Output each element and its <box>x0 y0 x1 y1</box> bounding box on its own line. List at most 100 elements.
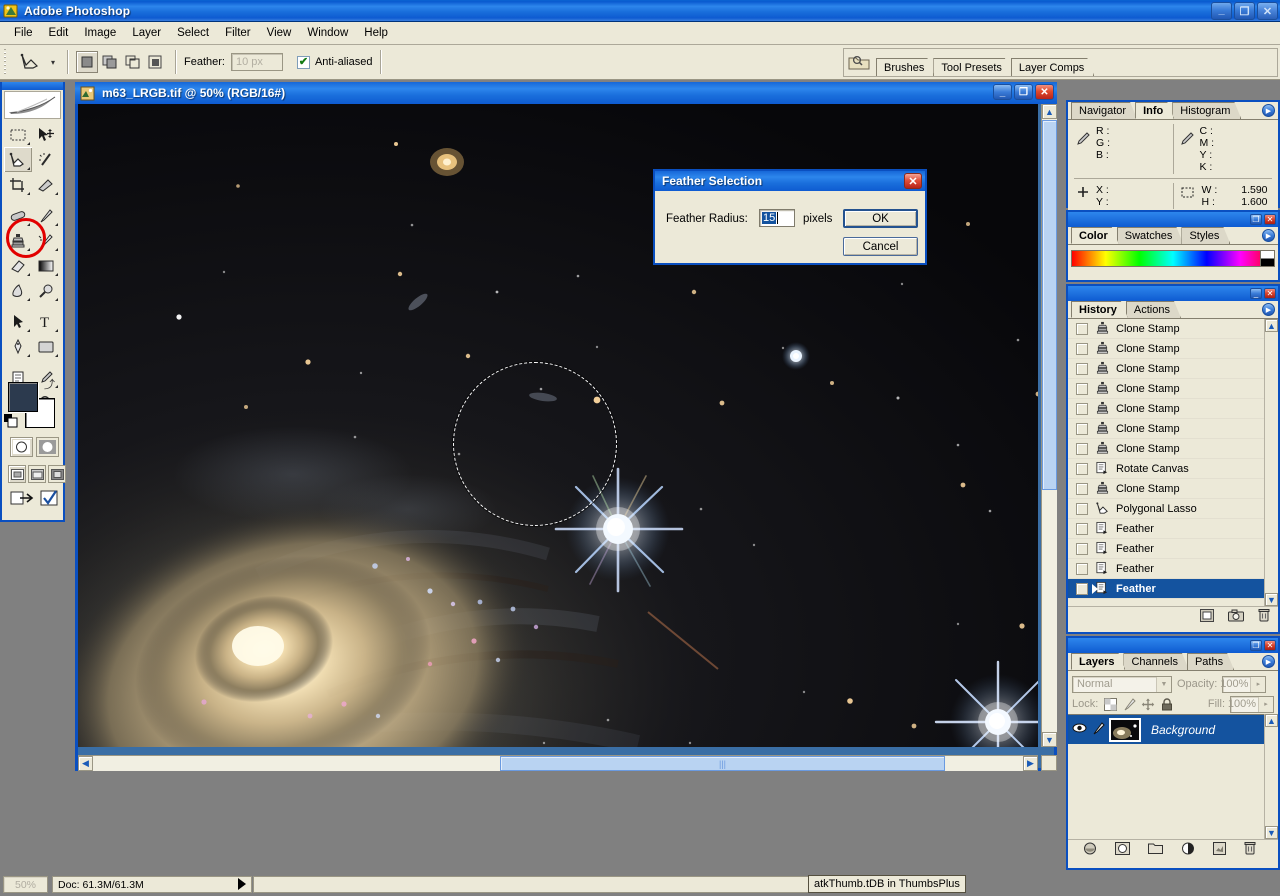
menu-image[interactable]: Image <box>76 24 124 42</box>
tab-swatches[interactable]: Swatches <box>1117 227 1184 244</box>
menu-layer[interactable]: Layer <box>124 24 169 42</box>
foreground-color-swatch[interactable] <box>8 382 38 412</box>
swap-colors-icon[interactable]: ⤴ <box>44 376 55 392</box>
add-to-selection-button[interactable] <box>99 51 121 73</box>
new-selection-button[interactable] <box>76 51 98 73</box>
dialog-close-button[interactable]: ✕ <box>904 173 922 189</box>
layer-style-icon[interactable] <box>1083 842 1097 858</box>
history-state-checkbox[interactable] <box>1076 383 1088 395</box>
menu-select[interactable]: Select <box>169 24 217 42</box>
menu-window[interactable]: Window <box>299 24 356 42</box>
history-state-checkbox[interactable] <box>1076 563 1088 575</box>
tab-layers[interactable]: Layers <box>1071 653 1125 670</box>
vertical-scroll-thumb[interactable] <box>1042 120 1057 490</box>
color-palette-close-button[interactable]: ✕ <box>1264 214 1276 225</box>
layers-palette-title-bar[interactable]: ❐ ✕ <box>1068 638 1278 653</box>
palette-menu-icon[interactable]: ▶ <box>1262 655 1275 668</box>
standard-screen-mode-button[interactable] <box>8 465 26 483</box>
lock-transparency-icon[interactable] <box>1103 697 1117 711</box>
feather-radius-input[interactable]: 15 <box>759 209 795 227</box>
lasso-tool[interactable] <box>4 147 32 172</box>
default-colors-icon[interactable] <box>4 414 18 428</box>
taskbar-item-thumbsplus[interactable]: atkThumb.tDB in ThumbsPlus <box>808 875 966 893</box>
layer-list-scrollbar[interactable]: ▲ ▼ <box>1264 714 1278 839</box>
layers-scroll-up-button[interactable]: ▲ <box>1265 714 1278 727</box>
new-snapshot-icon[interactable] <box>1228 609 1244 625</box>
new-layer-icon[interactable] <box>1213 842 1226 858</box>
history-state-list[interactable]: Clone StampClone StampClone StampClone S… <box>1068 319 1278 606</box>
history-state-row[interactable]: Clone Stamp <box>1068 479 1278 499</box>
menu-edit[interactable]: Edit <box>41 24 77 42</box>
menu-help[interactable]: Help <box>356 24 396 42</box>
layers-scroll-down-button[interactable]: ▼ <box>1265 826 1278 839</box>
history-state-checkbox[interactable] <box>1076 343 1088 355</box>
tab-paths[interactable]: Paths <box>1187 653 1234 670</box>
tab-styles[interactable]: Styles <box>1181 227 1230 244</box>
tab-channels[interactable]: Channels <box>1123 653 1188 670</box>
tab-color[interactable]: Color <box>1071 227 1119 244</box>
tab-histogram[interactable]: Histogram <box>1172 102 1241 119</box>
lock-pixels-icon[interactable] <box>1122 697 1136 711</box>
quick-mask-mode-button[interactable] <box>36 437 59 457</box>
scroll-right-button[interactable]: ▶ <box>1023 756 1038 771</box>
toolbox-title-bar[interactable] <box>2 82 63 90</box>
menu-view[interactable]: View <box>259 24 300 42</box>
file-browser-icon[interactable] <box>844 48 874 76</box>
feather-input[interactable]: 10 px <box>231 53 283 71</box>
horizontal-scroll-thumb[interactable]: ||| <box>500 756 945 771</box>
new-document-from-state-icon[interactable] <box>1200 609 1214 625</box>
history-state-row[interactable]: Clone Stamp <box>1068 339 1278 359</box>
tab-info[interactable]: Info <box>1135 102 1174 119</box>
eraser-tool[interactable] <box>4 253 32 278</box>
history-scrollbar[interactable]: ▲ ▼ <box>1264 319 1278 606</box>
brush-tool[interactable] <box>32 203 60 228</box>
white-black-swatch[interactable] <box>1260 251 1274 266</box>
history-state-row[interactable]: Feather <box>1068 539 1278 559</box>
minimize-button[interactable]: _ <box>1211 2 1232 20</box>
history-state-checkbox[interactable] <box>1076 503 1088 515</box>
slice-tool[interactable] <box>32 172 60 197</box>
standard-mode-button[interactable] <box>10 437 33 457</box>
history-state-checkbox[interactable] <box>1076 423 1088 435</box>
restore-button[interactable]: ❐ <box>1234 2 1255 20</box>
gradient-tool[interactable] <box>32 253 60 278</box>
history-palette-title-bar[interactable]: _ ✕ <box>1068 286 1278 301</box>
history-state-checkbox[interactable] <box>1076 463 1088 475</box>
history-state-row[interactable]: Clone Stamp <box>1068 419 1278 439</box>
opacity-input[interactable]: 100% ▸ <box>1222 676 1266 693</box>
resize-grip[interactable] <box>1041 755 1057 771</box>
paintbrush-icon[interactable] <box>1091 722 1105 738</box>
options-bar-grip[interactable] <box>2 49 10 75</box>
adjustment-layer-icon[interactable] <box>1181 842 1195 858</box>
anti-aliased-checkbox[interactable]: ✔ <box>297 56 310 69</box>
color-spectrum-ramp[interactable] <box>1071 250 1275 267</box>
layers-palette-close-button[interactable]: ✕ <box>1264 640 1276 651</box>
document-maximize-button[interactable]: ❐ <box>1014 84 1033 100</box>
history-state-checkbox[interactable] <box>1076 363 1088 375</box>
blend-mode-select[interactable]: Normal ▼ <box>1072 676 1172 693</box>
new-group-icon[interactable] <box>1148 842 1163 857</box>
zoom-level-field[interactable]: 50% <box>3 876 48 893</box>
lock-all-icon[interactable] <box>1160 697 1174 711</box>
tab-layer-comps[interactable]: Layer Comps <box>1011 58 1094 76</box>
move-tool[interactable] <box>32 122 60 147</box>
tool-preset-dropdown[interactable]: ▾ <box>47 49 59 75</box>
history-state-checkbox[interactable] <box>1076 543 1088 555</box>
polygonal-lasso-icon[interactable] <box>13 48 47 76</box>
fill-input[interactable]: 100% ▸ <box>1230 696 1274 713</box>
tab-tool-presets[interactable]: Tool Presets <box>933 58 1012 76</box>
color-palette-maximize-button[interactable]: ❐ <box>1250 214 1262 225</box>
shape-tool[interactable] <box>32 334 60 359</box>
scroll-left-button[interactable]: ◀ <box>78 756 93 771</box>
delete-layer-icon[interactable] <box>1244 841 1256 858</box>
jump-to-imageready-icon[interactable] <box>10 489 34 510</box>
history-state-row[interactable]: Polygonal Lasso <box>1068 499 1278 519</box>
layer-row-background[interactable]: Background <box>1068 714 1278 744</box>
history-state-row[interactable]: Clone Stamp <box>1068 439 1278 459</box>
status-expand-arrow-icon[interactable] <box>238 878 246 890</box>
history-state-checkbox[interactable] <box>1076 583 1088 595</box>
jump-to-other-icon[interactable] <box>40 489 60 510</box>
history-state-row[interactable]: Rotate Canvas <box>1068 459 1278 479</box>
dodge-tool[interactable] <box>32 278 60 303</box>
path-selection-tool[interactable] <box>4 309 32 334</box>
